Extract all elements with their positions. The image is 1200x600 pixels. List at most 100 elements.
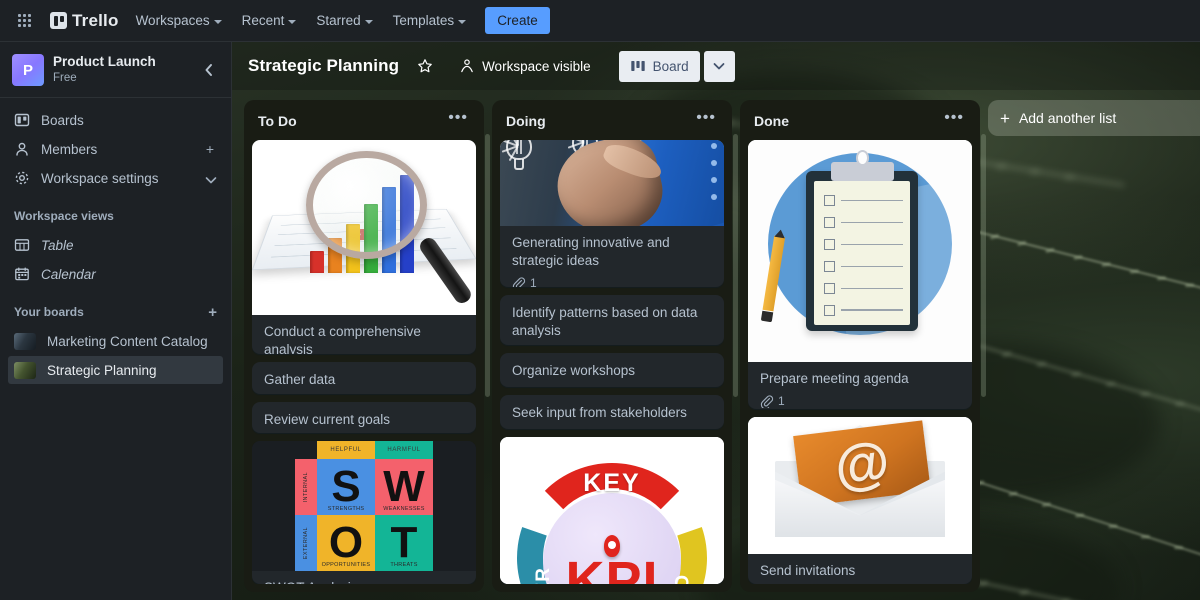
email-envelope-artwork: @ [748, 416, 972, 554]
swot-side-label: INTERNAL [303, 472, 309, 503]
card-title: Organize workshops [512, 363, 636, 379]
swot-quadrant-label: WEAKNESSES [383, 506, 425, 513]
nav-item-workspaces[interactable]: Workspaces [127, 7, 231, 34]
card-title: Conduct a comprehensive analysis [264, 324, 421, 354]
swot-letter: O [328, 518, 364, 568]
card-kpi[interactable]: KEY KPI PER OR [500, 437, 724, 584]
card-title: Gather data [264, 371, 336, 387]
attachment-badge: 1 [512, 276, 537, 287]
clipboard-shape [806, 150, 919, 331]
swot-side-label: EXTERNAL [303, 527, 309, 560]
board-view-switcher: Board [618, 50, 735, 82]
checklist-row [823, 217, 903, 228]
card-title: SWOT Analysis [264, 579, 464, 584]
create-button[interactable]: Create [485, 7, 550, 34]
card-send-invitations[interactable]: @ Send invitations [748, 416, 972, 584]
sidebar-board-label: Marketing Content Catalog [47, 333, 208, 349]
sidebar-item-label: Members [41, 141, 98, 157]
card-cover-image-ideas [500, 140, 724, 226]
lightbulb-icon [501, 140, 536, 177]
your-boards-heading: Your boards + [0, 298, 231, 326]
swot-quadrant-label: OPPORTUNITIES [321, 562, 371, 569]
board-visibility-label: Workspace visible [482, 58, 591, 74]
chevron-down-icon[interactable] [203, 169, 217, 188]
add-member-button[interactable]: + [203, 141, 217, 157]
lightbulb-hand-artwork [500, 140, 724, 226]
card-identify-patterns-based-on-data-analysis[interactable]: Identify patterns based on data analysis [500, 294, 724, 346]
attachment-count: 1 [530, 276, 537, 287]
workspace-plan: Free [53, 72, 77, 84]
your-boards-title: Your boards [14, 305, 84, 319]
brand-name: Trello [72, 10, 119, 30]
swot-matrix-artwork: HELPFUL HARMFUL INTERNAL S STRENGTHS W W… [252, 441, 476, 572]
nav-item-label: Recent [241, 13, 285, 28]
card-title: Review current goals [264, 411, 391, 427]
card-badges: 1 [512, 276, 712, 287]
sidebar-item-table[interactable]: Table [8, 231, 223, 259]
checklist-row [823, 304, 903, 316]
workspace-sidebar: P Product Launch Free Boards Members + W… [0, 42, 232, 600]
card-gather-data[interactable]: Gather data [252, 361, 476, 394]
checklist-row [823, 260, 903, 272]
card-container: Prepare meeting agenda 1 @ Send invitati… [748, 140, 972, 584]
card-cover-image-analysis [252, 140, 476, 315]
star-outline-icon [418, 59, 432, 73]
workspace-views-title: Workspace views [14, 209, 114, 223]
card-review-current-goals[interactable]: Review current goals [252, 401, 476, 434]
board-visibility-button[interactable]: Workspace visible [451, 52, 599, 80]
board-thumbnail [14, 361, 36, 379]
magnifier-lens [305, 150, 427, 259]
sidebar-item-calendar[interactable]: Calendar [8, 260, 223, 288]
board-view-icon [630, 61, 645, 71]
list-actions-ellipsis-icon[interactable]: ••• [940, 110, 968, 126]
sidebar-item-boards[interactable]: Boards [8, 106, 223, 134]
attachment-badge: 1 [760, 394, 785, 408]
card-swot-analysis[interactable]: HELPFUL HARMFUL INTERNAL S STRENGTHS W W… [252, 441, 476, 584]
top-navigation-bar: Trello Workspaces Recent Starred Templat… [0, 0, 1200, 42]
at-symbol: @ [831, 428, 894, 498]
apps-grid-icon[interactable] [8, 5, 40, 37]
nav-item-templates[interactable]: Templates [384, 7, 476, 34]
list-header: Done ••• [748, 108, 972, 140]
star-board-button[interactable] [411, 52, 439, 80]
board-view-button[interactable]: Board [618, 50, 700, 82]
chevron-down-icon [288, 19, 297, 24]
list-actions-ellipsis-icon[interactable]: ••• [692, 110, 720, 126]
card-generating-innovative-and-strategic-ideas[interactable]: Generating innovative and strategic idea… [500, 140, 724, 287]
add-another-list-button[interactable]: + Add another list [988, 100, 1200, 136]
nav-item-recent[interactable]: Recent [233, 7, 306, 34]
nav-item-starred[interactable]: Starred [307, 7, 381, 34]
sidebar-board-strategic-planning[interactable]: Strategic Planning [8, 356, 223, 384]
list-scrollbar[interactable] [733, 134, 738, 588]
card-prepare-meeting-agenda[interactable]: Prepare meeting agenda 1 [748, 140, 972, 409]
card-seek-input-from-stakeholders[interactable]: Seek input from stakeholders [500, 395, 724, 430]
card-conduct-a-comprehensive-analysis[interactable]: Conduct a comprehensive analysis 1 [252, 140, 476, 354]
checklist-row [823, 282, 903, 294]
list-scrollbar[interactable] [485, 134, 490, 588]
view-switcher-chevron-button[interactable] [703, 50, 735, 82]
workspace-header[interactable]: P Product Launch Free [0, 42, 231, 98]
list-actions-ellipsis-icon[interactable]: ••• [444, 110, 472, 126]
add-another-list-label: Add another list [1018, 110, 1117, 126]
swot-letter: T [390, 518, 418, 568]
card-cover-image-envelope: @ [748, 416, 972, 554]
create-board-button[interactable]: + [208, 304, 217, 321]
sidebar-item-label: Calendar [41, 266, 96, 282]
list-title: To Do [258, 113, 297, 129]
card-cover-image-agenda [748, 140, 972, 362]
chevron-down-icon [713, 63, 725, 70]
attachment-count: 1 [778, 394, 785, 408]
person-icon [16, 142, 28, 156]
sidebar-item-members[interactable]: Members + [8, 135, 223, 163]
list-scrollbar[interactable] [981, 134, 986, 588]
trello-board-screen: Trello Workspaces Recent Starred Templat… [0, 0, 1200, 600]
card-organize-workshops[interactable]: Organize workshops [500, 353, 724, 388]
sidebar-board-marketing-content-catalog[interactable]: Marketing Content Catalog [8, 327, 223, 355]
nav-item-label: Templates [392, 13, 455, 28]
kpi-gauge-artwork: KEY KPI PER OR [500, 437, 724, 584]
card-title: Prepare meeting agenda [760, 371, 909, 386]
sidebar-collapse-button[interactable] [197, 58, 221, 82]
chevron-left-icon [205, 64, 212, 76]
trello-home-logo[interactable]: Trello [44, 7, 125, 35]
sidebar-item-workspace-settings[interactable]: Workspace settings [8, 164, 223, 192]
